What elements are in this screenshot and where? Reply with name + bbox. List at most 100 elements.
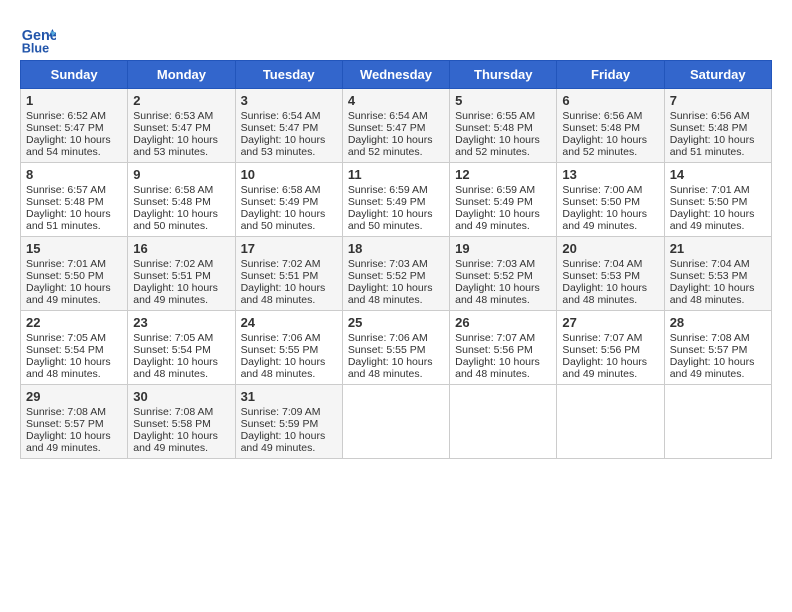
sunrise: Sunrise: 7:07 AM <box>455 332 535 344</box>
calendar-cell: 6Sunrise: 6:56 AMSunset: 5:48 PMDaylight… <box>557 89 664 163</box>
day-number: 19 <box>455 241 551 256</box>
calendar-cell: 28Sunrise: 7:08 AMSunset: 5:57 PMDayligh… <box>664 311 771 385</box>
day-number: 5 <box>455 93 551 108</box>
sunrise: Sunrise: 7:06 AM <box>348 332 428 344</box>
sunrise: Sunrise: 7:01 AM <box>26 258 106 270</box>
day-number: 22 <box>26 315 122 330</box>
header: General Blue <box>20 20 772 56</box>
sunrise: Sunrise: 7:03 AM <box>348 258 428 270</box>
calendar-week-4: 22Sunrise: 7:05 AMSunset: 5:54 PMDayligh… <box>21 311 772 385</box>
sunrise: Sunrise: 7:03 AM <box>455 258 535 270</box>
sunset: Sunset: 5:52 PM <box>455 270 533 282</box>
daylight: Daylight: 10 hours and 53 minutes. <box>133 134 218 158</box>
daylight: Daylight: 10 hours and 53 minutes. <box>241 134 326 158</box>
calendar-cell: 7Sunrise: 6:56 AMSunset: 5:48 PMDaylight… <box>664 89 771 163</box>
daylight: Daylight: 10 hours and 48 minutes. <box>26 356 111 380</box>
header-cell-thursday: Thursday <box>450 61 557 89</box>
daylight: Daylight: 10 hours and 48 minutes. <box>562 282 647 306</box>
logo: General Blue <box>20 20 56 56</box>
calendar-cell: 3Sunrise: 6:54 AMSunset: 5:47 PMDaylight… <box>235 89 342 163</box>
day-number: 30 <box>133 389 229 404</box>
calendar-table: SundayMondayTuesdayWednesdayThursdayFrid… <box>20 60 772 459</box>
calendar-cell: 2Sunrise: 6:53 AMSunset: 5:47 PMDaylight… <box>128 89 235 163</box>
sunset: Sunset: 5:49 PM <box>241 196 319 208</box>
sunset: Sunset: 5:48 PM <box>562 122 640 134</box>
daylight: Daylight: 10 hours and 49 minutes. <box>455 208 540 232</box>
header-cell-tuesday: Tuesday <box>235 61 342 89</box>
calendar-week-5: 29Sunrise: 7:08 AMSunset: 5:57 PMDayligh… <box>21 385 772 459</box>
daylight: Daylight: 10 hours and 48 minutes. <box>133 356 218 380</box>
daylight: Daylight: 10 hours and 51 minutes. <box>670 134 755 158</box>
sunrise: Sunrise: 6:53 AM <box>133 110 213 122</box>
calendar-cell: 18 Sunrise: 7:03 AMSunset: 5:52 PMDayligh… <box>342 237 449 311</box>
header-cell-sunday: Sunday <box>21 61 128 89</box>
sunset: Sunset: 5:48 PM <box>26 196 104 208</box>
calendar-cell: 31Sunrise: 7:09 AMSunset: 5:59 PMDayligh… <box>235 385 342 459</box>
day-number: 24 <box>241 315 337 330</box>
sunrise: Sunrise: 7:04 AM <box>562 258 642 270</box>
sunrise: Sunrise: 6:56 AM <box>562 110 642 122</box>
day-number: 10 <box>241 167 337 182</box>
sunset: Sunset: 5:50 PM <box>562 196 640 208</box>
daylight: Daylight: 10 hours and 48 minutes. <box>348 356 433 380</box>
calendar-cell: 19Sunrise: 7:03 AMSunset: 5:52 PMDayligh… <box>450 237 557 311</box>
day-number: 20 <box>562 241 658 256</box>
sunset: Sunset: 5:52 PM <box>348 270 426 282</box>
header-cell-saturday: Saturday <box>664 61 771 89</box>
daylight: Daylight: 10 hours and 52 minutes. <box>348 134 433 158</box>
sunrise: Sunrise: 7:04 AM <box>670 258 750 270</box>
sunrise: Sunrise: 7:05 AM <box>26 332 106 344</box>
sunset: Sunset: 5:49 PM <box>348 196 426 208</box>
sunrise: Sunrise: 7:02 AM <box>241 258 321 270</box>
daylight: Daylight: 10 hours and 49 minutes. <box>670 356 755 380</box>
sunset: Sunset: 5:47 PM <box>241 122 319 134</box>
day-number: 13 <box>562 167 658 182</box>
calendar-cell <box>450 385 557 459</box>
sunset: Sunset: 5:47 PM <box>133 122 211 134</box>
daylight: Daylight: 10 hours and 51 minutes. <box>26 208 111 232</box>
sunrise: Sunrise: 7:08 AM <box>670 332 750 344</box>
sunset: Sunset: 5:53 PM <box>670 270 748 282</box>
calendar-week-2: 8Sunrise: 6:57 AMSunset: 5:48 PMDaylight… <box>21 163 772 237</box>
day-number: 8 <box>26 167 122 182</box>
calendar-cell: 8Sunrise: 6:57 AMSunset: 5:48 PMDaylight… <box>21 163 128 237</box>
sunrise: Sunrise: 6:58 AM <box>133 184 213 196</box>
header-cell-monday: Monday <box>128 61 235 89</box>
calendar-cell: 4Sunrise: 6:54 AMSunset: 5:47 PMDaylight… <box>342 89 449 163</box>
calendar-cell: 5Sunrise: 6:55 AMSunset: 5:48 PMDaylight… <box>450 89 557 163</box>
day-number: 27 <box>562 315 658 330</box>
calendar-cell: 10Sunrise: 6:58 AMSunset: 5:49 PMDayligh… <box>235 163 342 237</box>
daylight: Daylight: 10 hours and 48 minutes. <box>670 282 755 306</box>
calendar-cell: 15Sunrise: 7:01 AMSunset: 5:50 PMDayligh… <box>21 237 128 311</box>
sunrise: Sunrise: 7:05 AM <box>133 332 213 344</box>
sunset: Sunset: 5:55 PM <box>348 344 426 356</box>
daylight: Daylight: 10 hours and 48 minutes. <box>348 282 433 306</box>
sunrise: Sunrise: 6:54 AM <box>348 110 428 122</box>
calendar-cell: 9Sunrise: 6:58 AMSunset: 5:48 PMDaylight… <box>128 163 235 237</box>
calendar-cell: 23Sunrise: 7:05 AMSunset: 5:54 PMDayligh… <box>128 311 235 385</box>
calendar-week-3: 15Sunrise: 7:01 AMSunset: 5:50 PMDayligh… <box>21 237 772 311</box>
daylight: Daylight: 10 hours and 50 minutes. <box>348 208 433 232</box>
day-number: 11 <box>348 167 444 182</box>
sunset: Sunset: 5:56 PM <box>455 344 533 356</box>
sunrise: Sunrise: 6:52 AM <box>26 110 106 122</box>
daylight: Daylight: 10 hours and 54 minutes. <box>26 134 111 158</box>
sunset: Sunset: 5:54 PM <box>133 344 211 356</box>
sunset: Sunset: 5:56 PM <box>562 344 640 356</box>
day-number: 1 <box>26 93 122 108</box>
calendar-cell: 20Sunrise: 7:04 AMSunset: 5:53 PMDayligh… <box>557 237 664 311</box>
daylight: Daylight: 10 hours and 48 minutes. <box>455 356 540 380</box>
calendar-cell: 26Sunrise: 7:07 AMSunset: 5:56 PMDayligh… <box>450 311 557 385</box>
daylight: Daylight: 10 hours and 49 minutes. <box>241 430 326 454</box>
calendar-cell: 1Sunrise: 6:52 AMSunset: 5:47 PMDaylight… <box>21 89 128 163</box>
sunrise: Sunrise: 6:59 AM <box>348 184 428 196</box>
calendar-cell <box>664 385 771 459</box>
daylight: Daylight: 10 hours and 50 minutes. <box>241 208 326 232</box>
sunrise: Sunrise: 7:01 AM <box>670 184 750 196</box>
daylight: Daylight: 10 hours and 50 minutes. <box>133 208 218 232</box>
day-number: 4 <box>348 93 444 108</box>
daylight: Daylight: 10 hours and 49 minutes. <box>670 208 755 232</box>
sunrise: Sunrise: 7:02 AM <box>133 258 213 270</box>
day-number: 18 <box>348 241 444 256</box>
sunset: Sunset: 5:55 PM <box>241 344 319 356</box>
